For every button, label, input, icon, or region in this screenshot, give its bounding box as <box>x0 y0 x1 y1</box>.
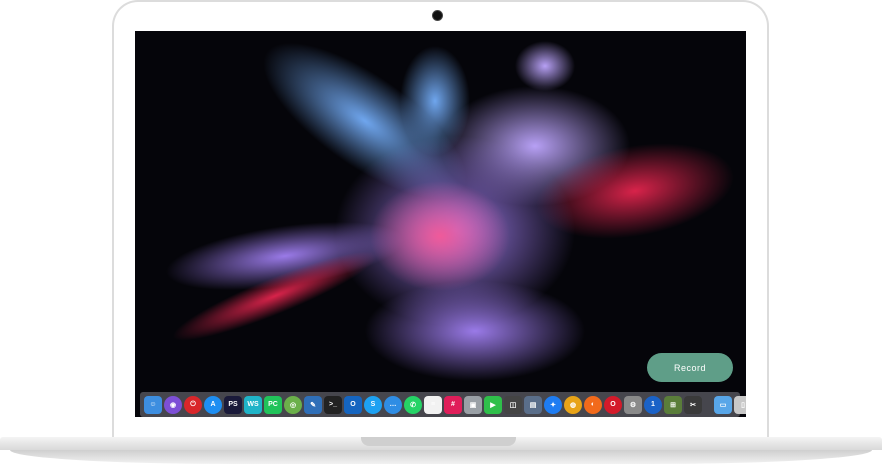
record-button[interactable]: Record <box>647 353 733 382</box>
messages-icon[interactable]: … <box>384 395 402 414</box>
laptop-screen: Record ☺ ◉ ⏻ A PS WS PC ◎ ✎ >_ O S… ✆ ≡ # ▣ ▶ ◫ ▤ ✦ ◍ ◐ O ⚙ 1 ⊞ ✂ ▭… <box>135 31 746 417</box>
safari-icon[interactable]: ✦ <box>544 395 562 414</box>
facetime-icon[interactable]: ▶ <box>484 395 502 414</box>
siri-icon[interactable]: ◉ <box>164 395 182 414</box>
trash-icon[interactable]: ▯ <box>734 395 746 414</box>
image-capture-icon[interactable]: ▤ <box>524 395 542 414</box>
laptop-base-bottom <box>10 450 872 464</box>
downloads-folder-icon[interactable]: ▭ <box>714 395 732 414</box>
skype-icon[interactable]: S <box>364 395 382 414</box>
pycharm-icon[interactable]: PC <box>264 395 282 414</box>
1password-icon[interactable]: 1 <box>644 395 662 414</box>
power-icon[interactable]: ⏻ <box>184 395 202 414</box>
webcam <box>432 10 443 21</box>
opera-icon[interactable]: O <box>604 395 622 414</box>
utility-icon[interactable]: ✂ <box>684 395 702 414</box>
android-studio-icon[interactable]: ◎ <box>284 395 302 414</box>
outlook-icon[interactable]: O <box>344 395 362 414</box>
system-preferences-icon[interactable]: ⚙ <box>624 395 642 414</box>
chrome-icon[interactable]: ◍ <box>564 395 582 414</box>
grapher-icon[interactable]: ⊞ <box>664 395 682 414</box>
slack-icon[interactable]: # <box>444 395 462 414</box>
finder-icon[interactable]: ☺ <box>144 395 162 414</box>
whatsapp-icon[interactable]: ✆ <box>404 395 422 414</box>
terminal-icon[interactable]: >_ <box>324 395 342 414</box>
xcode-icon[interactable]: ✎ <box>304 395 322 414</box>
notes-icon[interactable]: ≡ <box>424 395 442 414</box>
photo-booth-icon[interactable]: ◫ <box>504 395 522 414</box>
dock: ☺ ◉ ⏻ A PS WS PC ◎ ✎ >_ O S… ✆ ≡ # ▣ ▶ ◫ ▤ ✦ ◍ ◐ O ⚙ 1 ⊞ ✂ ▭ ▯ <box>140 392 746 417</box>
laptop-opening-notch <box>361 437 516 446</box>
firefox-icon[interactable]: ◐ <box>584 395 602 414</box>
preview-icon[interactable]: ▣ <box>464 395 482 414</box>
photoshop-icon[interactable]: PS <box>224 395 242 414</box>
app-store-icon[interactable]: A <box>204 395 222 414</box>
webstorm-icon[interactable]: WS <box>244 395 262 414</box>
